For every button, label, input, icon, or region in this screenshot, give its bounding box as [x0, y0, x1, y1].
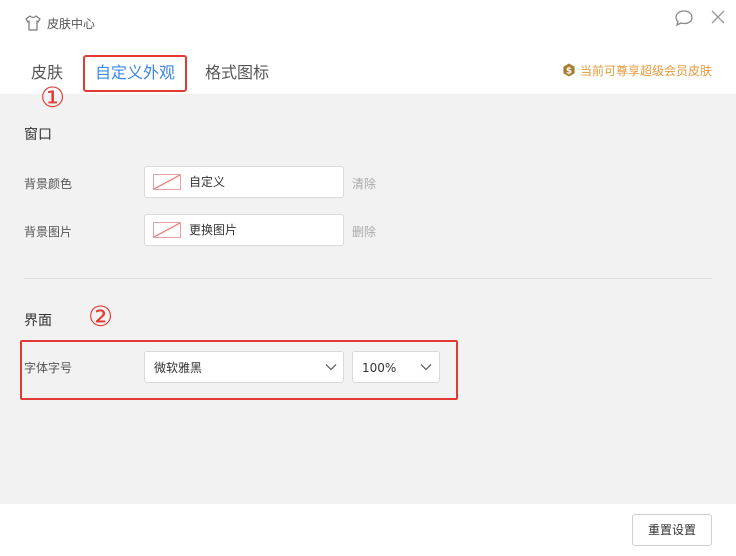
reset-settings-button[interactable]: 重置设置	[632, 514, 712, 546]
color-swatch	[153, 174, 181, 190]
background-color-picker[interactable]: 自定义	[144, 166, 344, 198]
background-image-picker[interactable]: 更换图片	[144, 214, 344, 246]
svg-text:$: $	[566, 67, 572, 77]
font-highlight-annotation	[20, 340, 458, 400]
content-panel	[0, 94, 736, 504]
section-title-window: 窗口	[24, 127, 52, 143]
close-icon[interactable]	[710, 9, 726, 25]
clear-color-link[interactable]: 清除	[352, 177, 376, 191]
window-title: 皮肤中心	[47, 17, 96, 31]
image-swatch	[153, 222, 181, 238]
vip-coin-icon: $	[563, 63, 575, 77]
shirt-icon	[25, 15, 41, 31]
tab-format-icons[interactable]: 格式图标	[205, 62, 269, 84]
section-divider	[24, 278, 712, 279]
delete-image-link[interactable]: 删除	[352, 225, 376, 239]
annotation-marker-2: ②	[88, 300, 114, 333]
tab-highlight-annotation	[83, 55, 187, 92]
background-color-value: 自定义	[189, 175, 226, 189]
background-color-label: 背景颜色	[24, 177, 73, 191]
section-title-interface: 界面	[24, 313, 52, 329]
background-image-value: 更换图片	[189, 223, 238, 237]
background-image-label: 背景图片	[24, 225, 73, 239]
vip-skin-link[interactable]: 当前可尊享超级会员皮肤	[580, 64, 712, 78]
annotation-marker-1: ①	[40, 81, 66, 114]
chat-bubble-icon[interactable]	[674, 9, 694, 27]
